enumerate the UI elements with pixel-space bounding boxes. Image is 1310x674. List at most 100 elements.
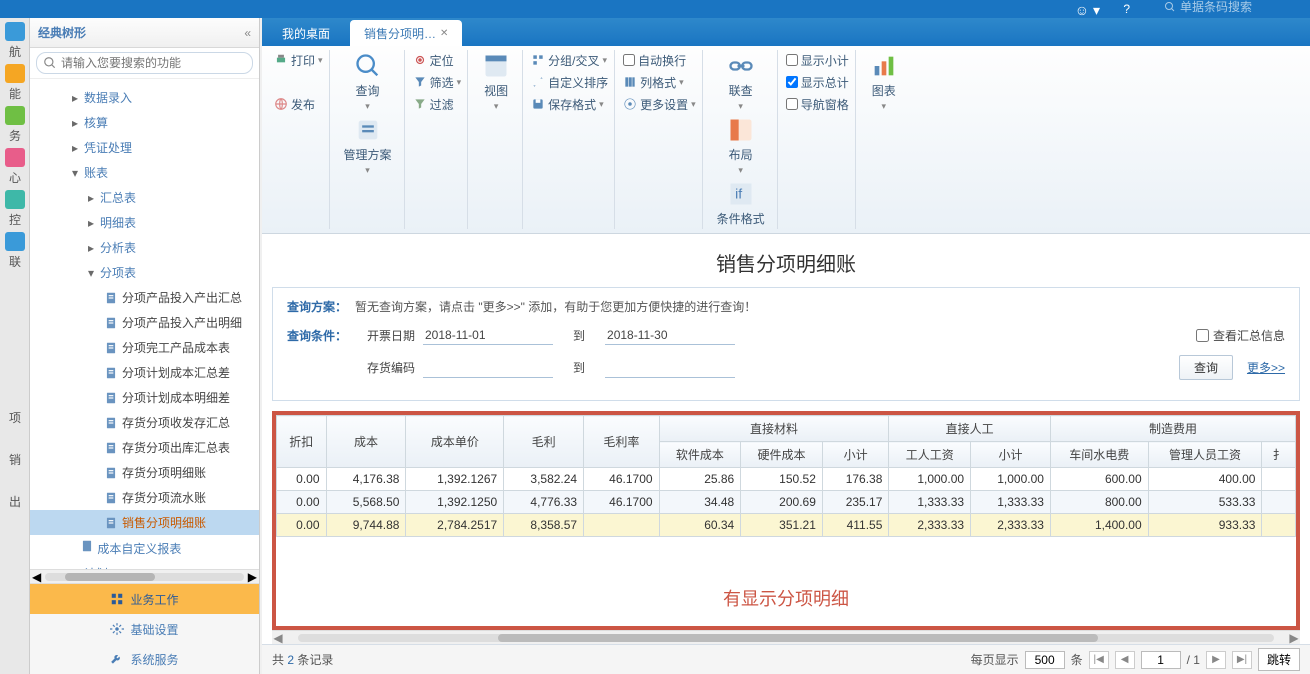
drill-button[interactable]: 联查 (711, 50, 771, 114)
more-settings-button[interactable]: 更多设置 (623, 94, 696, 114)
col-mat-sub[interactable]: 小计 (822, 442, 889, 468)
barcode-search[interactable] (1164, 0, 1300, 14)
tree-leaf[interactable]: 存货分项流水账 (30, 485, 259, 510)
footer-tab-settings[interactable]: 基础设置 (30, 614, 259, 644)
help-icon[interactable]: ? (1123, 2, 1130, 16)
first-page-button[interactable]: |◀ (1089, 651, 1109, 669)
nav-window-check[interactable]: 导航窗格 (786, 94, 849, 114)
close-icon[interactable]: ✕ (440, 28, 448, 39)
tree-node[interactable]: 分项表 (30, 260, 259, 285)
prev-page-button[interactable]: ◀ (1115, 651, 1135, 669)
tree-node[interactable]: 计划 (30, 561, 259, 569)
query-button[interactable]: 查询 (1179, 355, 1233, 380)
tree-node[interactable]: 数据录入 (30, 85, 259, 110)
perpage-input[interactable] (1025, 651, 1065, 669)
smiley-icon[interactable]: ☺ ▾ (1075, 2, 1100, 19)
tree-leaf-active[interactable]: 销售分项明细账 (30, 510, 259, 535)
col-mfg-more[interactable]: 扌 (1262, 442, 1296, 468)
pivot-button[interactable]: 分组/交叉 (531, 50, 608, 70)
jump-button[interactable]: 跳转 (1258, 648, 1300, 671)
cond-format-button[interactable]: if条件格式 (711, 178, 771, 229)
tree-leaf[interactable]: 存货分项收发存汇总 (30, 410, 259, 435)
tree-leaf[interactable]: 分项产品投入产出汇总 (30, 285, 259, 310)
tree-leaf[interactable]: 存货分项出库汇总表 (30, 435, 259, 460)
print-button[interactable]: 打印 (274, 50, 323, 70)
col-mat-sw[interactable]: 软件成本 (659, 442, 741, 468)
col-margin[interactable]: 毛利率 (584, 416, 659, 468)
tab-desktop[interactable]: 我的桌面 (268, 20, 344, 46)
rail-item[interactable]: 控 (1, 190, 29, 228)
date-from-input[interactable] (423, 325, 553, 345)
tree-leaf[interactable]: 分项产品投入产出明细 (30, 310, 259, 335)
show-subtotal-check[interactable]: 显示小计 (786, 50, 849, 70)
layout-button[interactable]: 布局 (711, 114, 771, 178)
col-group-mfg[interactable]: 制造费用 (1050, 416, 1295, 442)
rail-item[interactable]: 联 (1, 232, 29, 270)
col-lab-sub[interactable]: 小计 (971, 442, 1051, 468)
left-rail: 航 能 务 心 控 联 项 销 出 (0, 18, 30, 674)
col-mat-hw[interactable]: 硬件成本 (741, 442, 823, 468)
rail-item[interactable]: 能 (1, 64, 29, 102)
barcode-search-input[interactable] (1180, 0, 1300, 14)
publish-button[interactable]: 发布 (274, 94, 323, 114)
last-page-button[interactable]: ▶| (1232, 651, 1252, 669)
chart-button[interactable]: 图表 (864, 50, 904, 114)
rail-item[interactable]: 心 (1, 148, 29, 186)
col-cost[interactable]: 成本 (326, 416, 406, 468)
col-mfg-mg[interactable]: 管理人员工资 (1148, 442, 1262, 468)
query-button[interactable]: 查询 (338, 50, 398, 114)
tree-node[interactable]: 明细表 (30, 210, 259, 235)
next-page-button[interactable]: ▶ (1206, 651, 1226, 669)
collapse-icon[interactable]: « (244, 26, 251, 40)
more-link[interactable]: 更多>> (1247, 359, 1285, 376)
custom-sort-button[interactable]: 自定义排序 (531, 72, 608, 92)
table-row[interactable]: 0.005,568.501,392.12504,776.3346.170034.… (277, 491, 1296, 514)
view-button[interactable]: 视图 (476, 50, 516, 114)
locate-button[interactable]: 定位 (413, 50, 462, 70)
rail-item[interactable]: 销 (1, 440, 29, 478)
stock-from-input[interactable] (423, 358, 553, 378)
rail-item[interactable]: 出 (1, 482, 29, 520)
tree-hscroll[interactable]: ◀▶ (30, 569, 259, 583)
table-row[interactable]: 0.004,176.381,392.12673,582.2446.170025.… (277, 468, 1296, 491)
col-group-material[interactable]: 直接材料 (659, 416, 889, 442)
col-lab-w[interactable]: 工人工资 (889, 442, 971, 468)
summary-check[interactable]: 查看汇总信息 (1196, 327, 1285, 344)
show-total-check[interactable]: 显示总计 (786, 72, 849, 92)
table-row[interactable]: 0.009,744.882,784.25178,358.5760.34351.2… (277, 514, 1296, 537)
autowrap-check[interactable]: 自动换行 (623, 50, 696, 70)
col-mfg-pw[interactable]: 车间水电费 (1050, 442, 1148, 468)
tree-leaf[interactable]: 存货分项明细账 (30, 460, 259, 485)
cell (1262, 514, 1296, 537)
col-discount[interactable]: 折扣 (277, 416, 327, 468)
rail-item[interactable]: 项 (1, 398, 29, 436)
stock-to-input[interactable] (605, 358, 735, 378)
tree-leaf[interactable]: 分项计划成本汇总差 (30, 360, 259, 385)
tree-node[interactable]: 分析表 (30, 235, 259, 260)
col-group-labor[interactable]: 直接人工 (889, 416, 1051, 442)
footer-tab-system[interactable]: 系统服务 (30, 644, 259, 674)
filter-sel-button[interactable]: 筛选 (413, 72, 462, 92)
tree-leaf[interactable]: 分项完工产品成本表 (30, 335, 259, 360)
rail-item[interactable]: 航 (1, 22, 29, 60)
col-format-button[interactable]: 列格式 (623, 72, 696, 92)
date-to-input[interactable] (605, 325, 735, 345)
col-unit-cost[interactable]: 成本单价 (406, 416, 504, 468)
plan-button[interactable]: 管理方案 (338, 114, 398, 178)
tab-report[interactable]: 销售分项明…✕ (350, 20, 462, 46)
filter-button[interactable]: 过滤 (413, 94, 462, 114)
tree-node[interactable]: 成本自定义报表 (30, 535, 259, 561)
rail-item[interactable]: 务 (1, 106, 29, 144)
tree-node[interactable]: 汇总表 (30, 185, 259, 210)
footer-tab-business[interactable]: 业务工作 (30, 584, 259, 614)
page-input[interactable] (1141, 651, 1181, 669)
tree-node[interactable]: 账表 (30, 160, 259, 185)
col-profit[interactable]: 毛利 (504, 416, 584, 468)
save-format-button[interactable]: 保存格式 (531, 94, 608, 114)
table-hscroll[interactable]: ◀▶ (272, 630, 1300, 644)
tree-leaf[interactable]: 分项计划成本明细差 (30, 385, 259, 410)
tree-node[interactable]: 凭证处理 (30, 135, 259, 160)
to-label: 到 (573, 359, 585, 376)
tree-search-input[interactable] (61, 56, 246, 70)
tree-node[interactable]: 核算 (30, 110, 259, 135)
